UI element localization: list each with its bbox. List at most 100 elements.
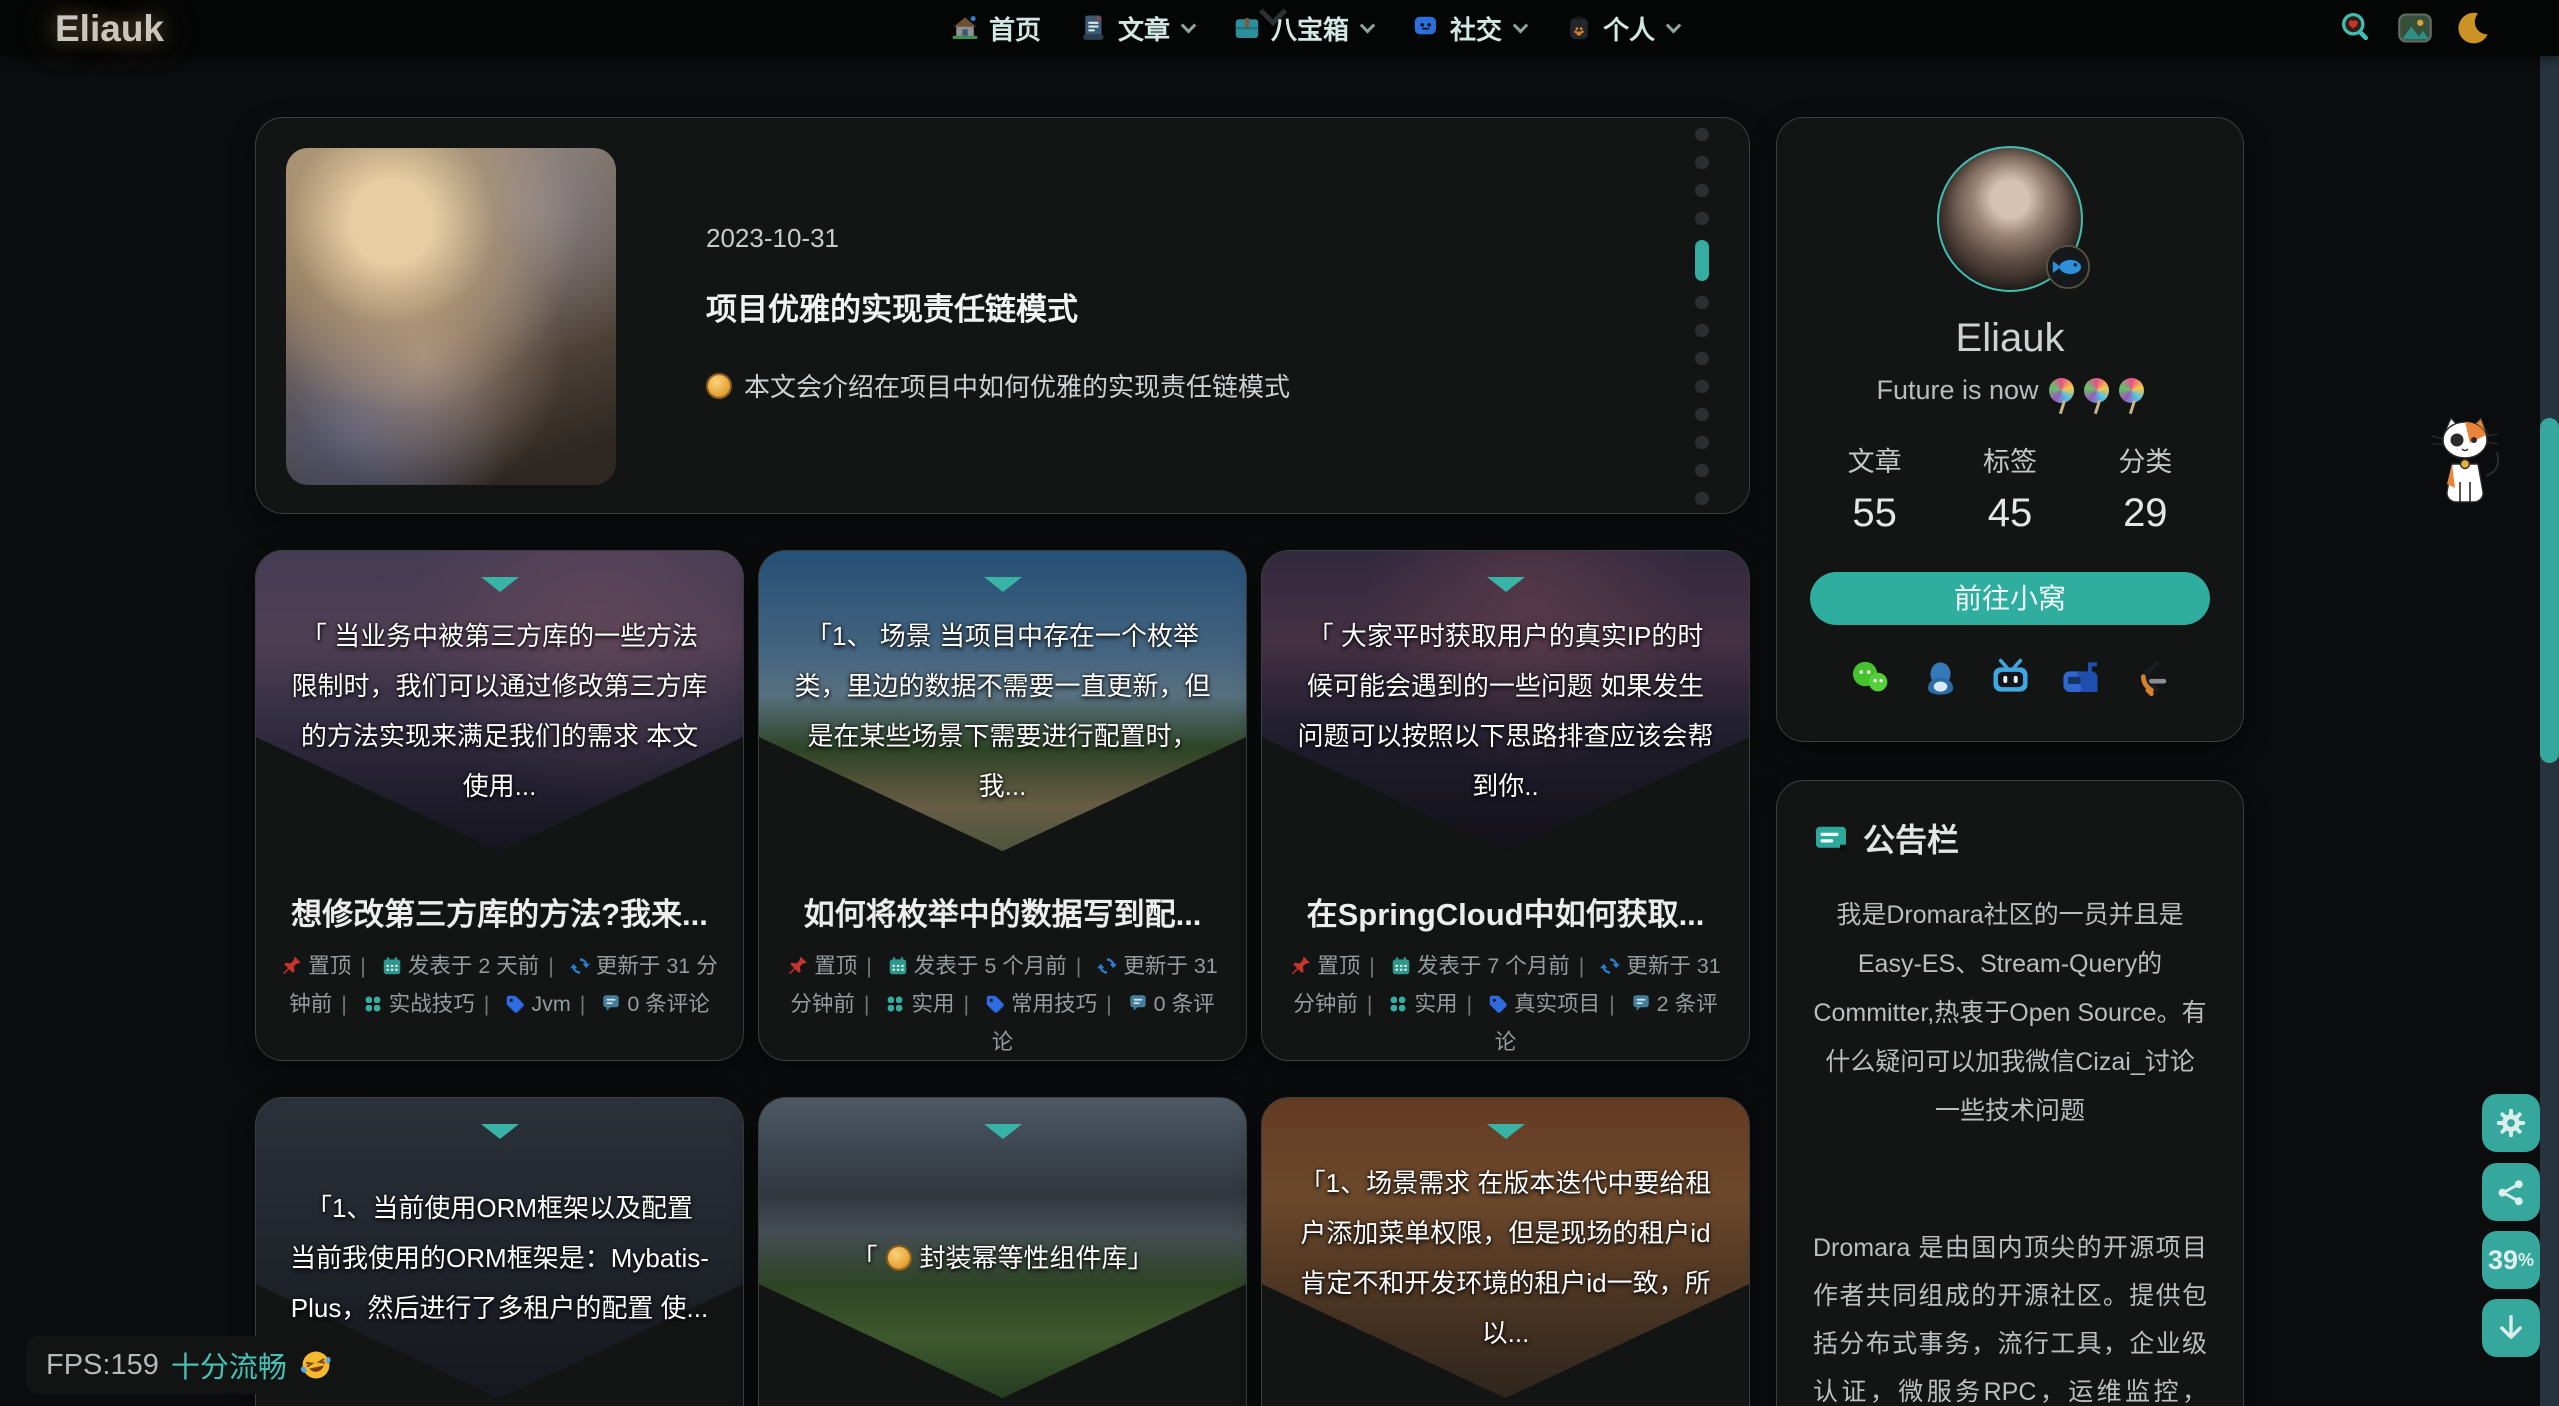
tag-icon [504, 993, 526, 1015]
settings-button[interactable] [2482, 1094, 2540, 1152]
pin-icon [787, 955, 809, 977]
leetcode-icon[interactable] [2129, 657, 2172, 700]
carousel-dot-active[interactable] [1695, 240, 1709, 281]
carousel-dot[interactable] [1695, 212, 1709, 225]
stat-label: 标签 [1983, 440, 2037, 479]
nav-item-home[interactable]: 首页 [950, 10, 1041, 47]
carousel-dot[interactable] [1695, 184, 1709, 197]
share-button[interactable] [2482, 1163, 2540, 1221]
article-card[interactable]: 「 当业务中被第三方库的一些方法限制时，我们可以通过修改第三方库的方法实现来满足… [255, 550, 744, 1061]
dark-mode-moon-icon[interactable] [2455, 10, 2491, 46]
featured-article-title[interactable]: 项目优雅的实现责任链模式 [706, 284, 1290, 329]
carousel-dot[interactable] [1695, 296, 1709, 309]
announcement-card: 公告栏 我是Dromara社区的一员并且是Easy-ES、Stream-Quer… [1776, 780, 2244, 1406]
carousel-dot[interactable] [1695, 492, 1709, 505]
lollipop-icon [2119, 378, 2144, 403]
home-icon [950, 13, 980, 43]
nav-item-social[interactable]: 社交 [1411, 10, 1526, 47]
meta-tag[interactable]: Jvm [531, 992, 570, 1016]
stat-value: 55 [1848, 491, 1902, 536]
meta-separator: | [360, 954, 366, 978]
featured-description-text: 本文会介绍在项目中如何优雅的实现责任链模式 [744, 367, 1290, 404]
nav-item-articles[interactable]: 文章 [1079, 10, 1194, 47]
meta-category[interactable]: 实战技巧 [389, 992, 475, 1016]
meta-tag[interactable]: 常用技巧 [1011, 992, 1097, 1016]
meta-category[interactable]: 实用 [1414, 992, 1457, 1016]
meta-published: 发表于 2 天前 [408, 954, 539, 978]
calendar-icon [887, 955, 909, 977]
article-card[interactable]: 「 封装幂等性组件库」 [758, 1097, 1247, 1406]
coin-icon [706, 373, 732, 399]
nav-item-personal[interactable]: 个人 [1564, 10, 1679, 47]
carousel-dot[interactable] [1695, 464, 1709, 477]
scroll-percent-button[interactable]: 39% [2482, 1231, 2540, 1289]
carousel-dot[interactable] [1695, 156, 1709, 169]
article-title[interactable]: 如何将枚举中的数据写到配... [787, 889, 1218, 934]
article-title[interactable]: 在SpringCloud中如何获取... [1290, 889, 1721, 934]
meta-category[interactable]: 实用 [911, 992, 954, 1016]
scroll-to-bottom-button[interactable] [2482, 1299, 2540, 1357]
percent-sign: % [2518, 1250, 2534, 1271]
article-card[interactable]: 「1、 场景 当项目中存在一个枚举类，里边的数据不需要一直更新，但是在某些场景下… [758, 550, 1247, 1061]
comment-icon [600, 993, 622, 1015]
nav-item-toolbox[interactable]: 八宝箱 [1232, 10, 1373, 47]
bilibili-icon[interactable] [1989, 657, 2032, 700]
wechat-icon[interactable] [1849, 657, 1892, 700]
meta-separator: | [1467, 992, 1473, 1016]
meta-separator: | [484, 992, 490, 1016]
calendar-icon [1390, 955, 1412, 977]
profile-stats: 文章 55 标签 45 分类 29 [1807, 440, 2213, 536]
excerpt-open-quote: 「 [851, 1233, 877, 1283]
category-clover-icon [884, 993, 906, 1015]
category-clover-icon [362, 993, 384, 1015]
scrollbar-track[interactable] [2540, 0, 2559, 1406]
article-excerpt: 「 当业务中被第三方库的一些方法限制时，我们可以通过修改第三方库的方法实现来满足… [256, 551, 743, 851]
go-home-button[interactable]: 前往小窝 [1810, 572, 2210, 625]
meta-separator: | [548, 954, 554, 978]
carousel-dot[interactable] [1695, 324, 1709, 337]
coin-icon [886, 1245, 912, 1271]
refresh-icon [569, 955, 591, 977]
meta-tag[interactable]: 真实项目 [1514, 992, 1600, 1016]
search-icon[interactable] [2339, 10, 2375, 46]
qq-icon[interactable] [1919, 657, 1962, 700]
nav-menu: 首页 文章 八宝箱 社交 个人 [950, 0, 1679, 56]
stat-value: 45 [1983, 491, 2037, 536]
article-card[interactable]: 「1、场景需求 在版本迭代中要给租户添加菜单权限，但是现场的租户id肯定不和开发… [1261, 1097, 1750, 1406]
carousel-dot[interactable] [1695, 380, 1709, 393]
triangle-down-icon [984, 1124, 1022, 1139]
stat-label: 文章 [1848, 440, 1902, 479]
triangle-down-icon [1487, 577, 1525, 592]
pin-icon [281, 955, 303, 977]
chevron-down-icon [1513, 17, 1529, 33]
carousel-dot[interactable] [1695, 128, 1709, 141]
article-card[interactable]: 「1、当前使用ORM框架以及配置 当前我使用的ORM框架是：Mybatis-Pl… [255, 1097, 744, 1406]
stat-categories[interactable]: 分类 29 [2118, 440, 2172, 536]
scroll-percent-value: 39 [2488, 1245, 2518, 1276]
article-card[interactable]: 「 大家平时获取用户的真实IP的时候可能会遇到的一些问题 如果发生问题可以按照以… [1261, 550, 1750, 1061]
meta-separator: | [341, 992, 347, 1016]
featured-article-image[interactable] [286, 148, 616, 485]
tag-icon [1487, 993, 1509, 1015]
lollipop-icon [2049, 378, 2074, 403]
refresh-icon [1599, 955, 1621, 977]
carousel-dot[interactable] [1695, 352, 1709, 365]
article-title[interactable]: 想修改第三方库的方法?我来... [284, 889, 715, 934]
article-meta: 置顶| 发表于 2 天前| 更新于 31 分钟前| 实战技巧| Jvm| 0 条… [280, 947, 719, 1023]
mailbox-icon[interactable] [2059, 657, 2102, 700]
meta-published: 发表于 5 个月前 [914, 954, 1067, 978]
carousel-dot[interactable] [1695, 408, 1709, 421]
stat-tags[interactable]: 标签 45 [1983, 440, 2037, 536]
backpack-icon [1564, 13, 1594, 43]
article-excerpt: 「1、场景需求 在版本迭代中要给租户添加菜单权限，但是现场的租户id肯定不和开发… [1262, 1098, 1749, 1398]
comment-icon [1127, 993, 1149, 1015]
gallery-icon[interactable] [2397, 10, 2433, 46]
meta-separator: | [580, 992, 586, 1016]
article-excerpt: 「 封装幂等性组件库」 [759, 1098, 1246, 1398]
meta-separator: | [964, 992, 970, 1016]
gear-icon [2494, 1106, 2528, 1140]
scrollbar-thumb[interactable] [2540, 418, 2559, 763]
stat-articles[interactable]: 文章 55 [1848, 440, 1902, 536]
carousel-dot[interactable] [1695, 436, 1709, 449]
site-logo[interactable]: Eliauk [55, 8, 164, 50]
